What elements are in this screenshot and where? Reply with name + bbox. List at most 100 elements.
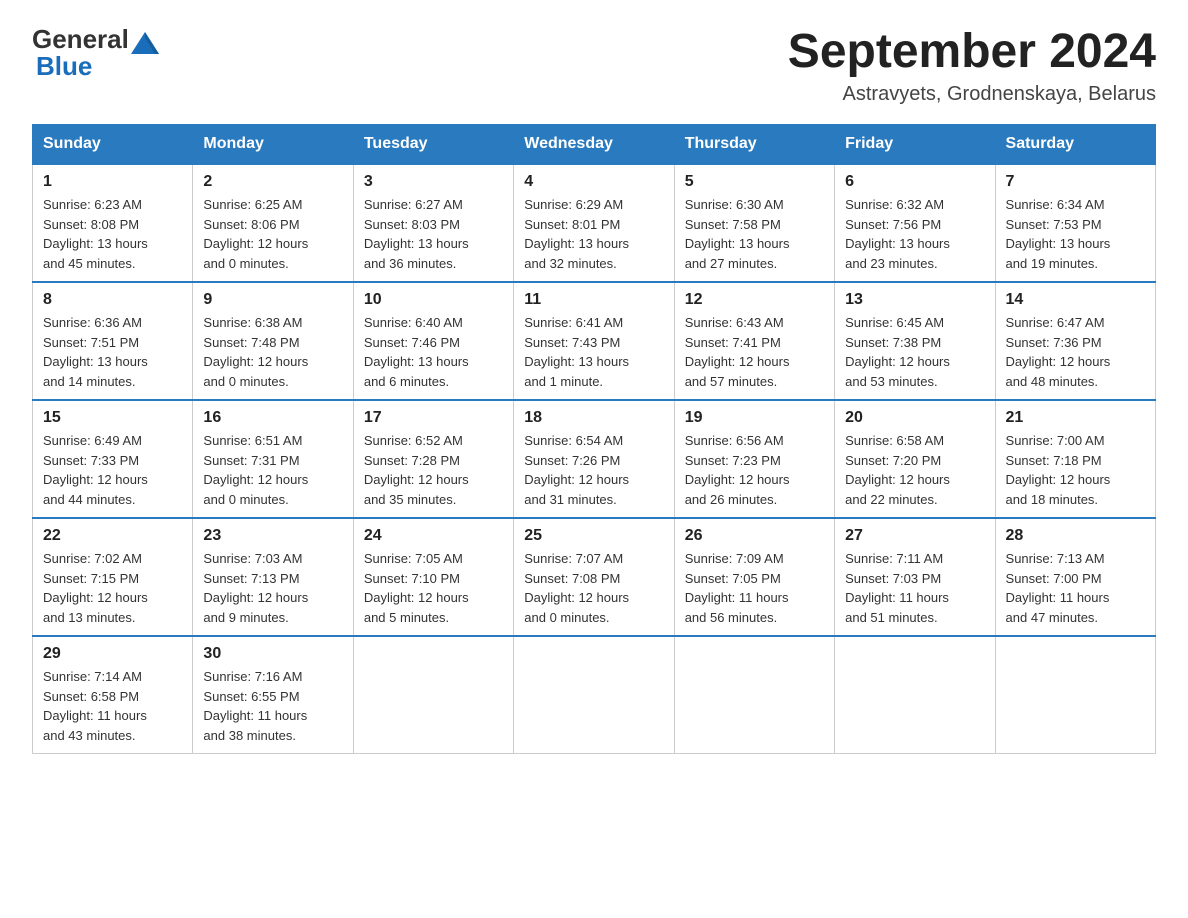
- day-number: 8: [43, 291, 182, 309]
- day-number: 26: [685, 527, 824, 545]
- calendar-cell: 19 Sunrise: 6:56 AM Sunset: 7:23 PM Dayl…: [674, 400, 834, 518]
- calendar-cell: 6 Sunrise: 6:32 AM Sunset: 7:56 PM Dayli…: [835, 164, 995, 282]
- day-number: 12: [685, 291, 824, 309]
- day-number: 20: [845, 409, 984, 427]
- day-number: 19: [685, 409, 824, 427]
- calendar-cell: 27 Sunrise: 7:11 AM Sunset: 7:03 PM Dayl…: [835, 518, 995, 636]
- calendar-cell: 25 Sunrise: 7:07 AM Sunset: 7:08 PM Dayl…: [514, 518, 674, 636]
- sun-info: Sunrise: 6:45 AM Sunset: 7:38 PM Dayligh…: [845, 313, 984, 391]
- sun-info: Sunrise: 7:13 AM Sunset: 7:00 PM Dayligh…: [1006, 549, 1145, 627]
- logo: General Blue: [32, 24, 159, 82]
- calendar-cell: 10 Sunrise: 6:40 AM Sunset: 7:46 PM Dayl…: [353, 282, 513, 400]
- calendar-cell: [674, 636, 834, 754]
- calendar-cell: 26 Sunrise: 7:09 AM Sunset: 7:05 PM Dayl…: [674, 518, 834, 636]
- calendar-cell: 1 Sunrise: 6:23 AM Sunset: 8:08 PM Dayli…: [33, 164, 193, 282]
- calendar-cell: 9 Sunrise: 6:38 AM Sunset: 7:48 PM Dayli…: [193, 282, 353, 400]
- sun-info: Sunrise: 6:43 AM Sunset: 7:41 PM Dayligh…: [685, 313, 824, 391]
- day-number: 22: [43, 527, 182, 545]
- day-number: 17: [364, 409, 503, 427]
- calendar-cell: 18 Sunrise: 6:54 AM Sunset: 7:26 PM Dayl…: [514, 400, 674, 518]
- sun-info: Sunrise: 7:11 AM Sunset: 7:03 PM Dayligh…: [845, 549, 984, 627]
- day-number: 29: [43, 645, 182, 663]
- day-number: 10: [364, 291, 503, 309]
- calendar-cell: 8 Sunrise: 6:36 AM Sunset: 7:51 PM Dayli…: [33, 282, 193, 400]
- sun-info: Sunrise: 7:00 AM Sunset: 7:18 PM Dayligh…: [1006, 431, 1145, 509]
- calendar-week-1: 1 Sunrise: 6:23 AM Sunset: 8:08 PM Dayli…: [33, 164, 1156, 282]
- day-number: 25: [524, 527, 663, 545]
- day-number: 13: [845, 291, 984, 309]
- col-header-sunday: Sunday: [33, 125, 193, 165]
- calendar-cell: [995, 636, 1155, 754]
- day-number: 6: [845, 173, 984, 191]
- calendar-week-4: 22 Sunrise: 7:02 AM Sunset: 7:15 PM Dayl…: [33, 518, 1156, 636]
- calendar-week-2: 8 Sunrise: 6:36 AM Sunset: 7:51 PM Dayli…: [33, 282, 1156, 400]
- calendar-cell: 28 Sunrise: 7:13 AM Sunset: 7:00 PM Dayl…: [995, 518, 1155, 636]
- day-number: 11: [524, 291, 663, 309]
- calendar-cell: 12 Sunrise: 6:43 AM Sunset: 7:41 PM Dayl…: [674, 282, 834, 400]
- col-header-wednesday: Wednesday: [514, 125, 674, 165]
- day-number: 27: [845, 527, 984, 545]
- sun-info: Sunrise: 6:54 AM Sunset: 7:26 PM Dayligh…: [524, 431, 663, 509]
- col-header-monday: Monday: [193, 125, 353, 165]
- col-header-thursday: Thursday: [674, 125, 834, 165]
- col-header-friday: Friday: [835, 125, 995, 165]
- sun-info: Sunrise: 7:07 AM Sunset: 7:08 PM Dayligh…: [524, 549, 663, 627]
- sun-info: Sunrise: 6:58 AM Sunset: 7:20 PM Dayligh…: [845, 431, 984, 509]
- sun-info: Sunrise: 7:09 AM Sunset: 7:05 PM Dayligh…: [685, 549, 824, 627]
- logo-blue-text: Blue: [36, 51, 92, 82]
- page-header: General Blue September 2024 Astravyets, …: [32, 24, 1156, 106]
- day-number: 16: [203, 409, 342, 427]
- day-number: 24: [364, 527, 503, 545]
- calendar-cell: 5 Sunrise: 6:30 AM Sunset: 7:58 PM Dayli…: [674, 164, 834, 282]
- day-number: 14: [1006, 291, 1145, 309]
- calendar-cell: [353, 636, 513, 754]
- sun-info: Sunrise: 6:49 AM Sunset: 7:33 PM Dayligh…: [43, 431, 182, 509]
- sun-info: Sunrise: 7:03 AM Sunset: 7:13 PM Dayligh…: [203, 549, 342, 627]
- calendar-cell: 21 Sunrise: 7:00 AM Sunset: 7:18 PM Dayl…: [995, 400, 1155, 518]
- sun-info: Sunrise: 7:14 AM Sunset: 6:58 PM Dayligh…: [43, 667, 182, 745]
- day-number: 5: [685, 173, 824, 191]
- sun-info: Sunrise: 6:27 AM Sunset: 8:03 PM Dayligh…: [364, 195, 503, 273]
- title-area: September 2024 Astravyets, Grodnenskaya,…: [788, 24, 1156, 106]
- sun-info: Sunrise: 6:25 AM Sunset: 8:06 PM Dayligh…: [203, 195, 342, 273]
- calendar-cell: 17 Sunrise: 6:52 AM Sunset: 7:28 PM Dayl…: [353, 400, 513, 518]
- calendar-cell: 3 Sunrise: 6:27 AM Sunset: 8:03 PM Dayli…: [353, 164, 513, 282]
- calendar-cell: 24 Sunrise: 7:05 AM Sunset: 7:10 PM Dayl…: [353, 518, 513, 636]
- calendar-cell: 2 Sunrise: 6:25 AM Sunset: 8:06 PM Dayli…: [193, 164, 353, 282]
- calendar-cell: 29 Sunrise: 7:14 AM Sunset: 6:58 PM Dayl…: [33, 636, 193, 754]
- calendar-cell: 23 Sunrise: 7:03 AM Sunset: 7:13 PM Dayl…: [193, 518, 353, 636]
- month-title: September 2024: [788, 24, 1156, 79]
- sun-info: Sunrise: 7:05 AM Sunset: 7:10 PM Dayligh…: [364, 549, 503, 627]
- day-number: 23: [203, 527, 342, 545]
- calendar-cell: 16 Sunrise: 6:51 AM Sunset: 7:31 PM Dayl…: [193, 400, 353, 518]
- calendar-header-row: SundayMondayTuesdayWednesdayThursdayFrid…: [33, 125, 1156, 165]
- calendar-cell: 11 Sunrise: 6:41 AM Sunset: 7:43 PM Dayl…: [514, 282, 674, 400]
- location-title: Astravyets, Grodnenskaya, Belarus: [788, 83, 1156, 106]
- sun-info: Sunrise: 6:47 AM Sunset: 7:36 PM Dayligh…: [1006, 313, 1145, 391]
- calendar-cell: 4 Sunrise: 6:29 AM Sunset: 8:01 PM Dayli…: [514, 164, 674, 282]
- calendar-cell: [835, 636, 995, 754]
- sun-info: Sunrise: 6:38 AM Sunset: 7:48 PM Dayligh…: [203, 313, 342, 391]
- day-number: 30: [203, 645, 342, 663]
- sun-info: Sunrise: 6:51 AM Sunset: 7:31 PM Dayligh…: [203, 431, 342, 509]
- sun-info: Sunrise: 6:34 AM Sunset: 7:53 PM Dayligh…: [1006, 195, 1145, 273]
- calendar-cell: 7 Sunrise: 6:34 AM Sunset: 7:53 PM Dayli…: [995, 164, 1155, 282]
- sun-info: Sunrise: 6:29 AM Sunset: 8:01 PM Dayligh…: [524, 195, 663, 273]
- day-number: 18: [524, 409, 663, 427]
- sun-info: Sunrise: 6:30 AM Sunset: 7:58 PM Dayligh…: [685, 195, 824, 273]
- day-number: 4: [524, 173, 663, 191]
- sun-info: Sunrise: 6:23 AM Sunset: 8:08 PM Dayligh…: [43, 195, 182, 273]
- col-header-tuesday: Tuesday: [353, 125, 513, 165]
- day-number: 1: [43, 173, 182, 191]
- day-number: 21: [1006, 409, 1145, 427]
- sun-info: Sunrise: 6:52 AM Sunset: 7:28 PM Dayligh…: [364, 431, 503, 509]
- day-number: 28: [1006, 527, 1145, 545]
- sun-info: Sunrise: 6:40 AM Sunset: 7:46 PM Dayligh…: [364, 313, 503, 391]
- calendar-cell: [514, 636, 674, 754]
- calendar-cell: 13 Sunrise: 6:45 AM Sunset: 7:38 PM Dayl…: [835, 282, 995, 400]
- calendar-cell: 22 Sunrise: 7:02 AM Sunset: 7:15 PM Dayl…: [33, 518, 193, 636]
- sun-info: Sunrise: 7:02 AM Sunset: 7:15 PM Dayligh…: [43, 549, 182, 627]
- col-header-saturday: Saturday: [995, 125, 1155, 165]
- calendar-cell: 20 Sunrise: 6:58 AM Sunset: 7:20 PM Dayl…: [835, 400, 995, 518]
- calendar-cell: 30 Sunrise: 7:16 AM Sunset: 6:55 PM Dayl…: [193, 636, 353, 754]
